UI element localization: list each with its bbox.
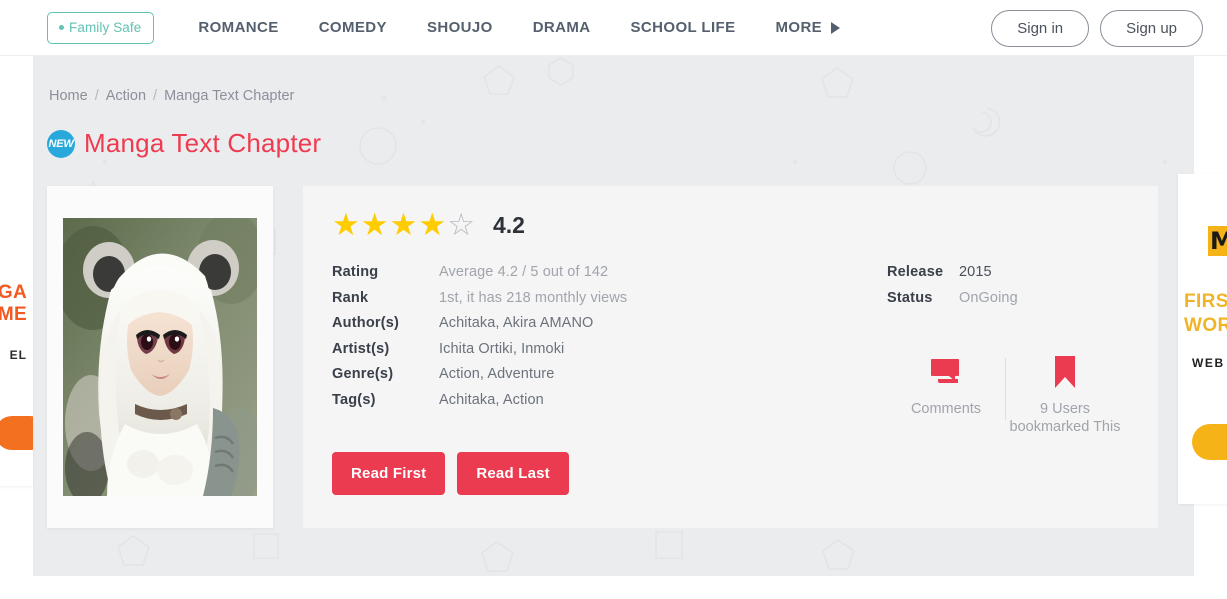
manga-info-card: ★ ★ ★ ★ ☆ 4.2 Rating Average 4.2 / 5 out… — [303, 186, 1158, 528]
new-badge-icon: NEW — [47, 129, 75, 158]
nav-item-more[interactable]: MORE — [775, 19, 841, 36]
page-title-row: NEW Manga Text Chapter — [47, 128, 321, 159]
ad-banner-left[interactable]: GA ME EL — [0, 196, 33, 486]
page-title: Manga Text Chapter — [84, 128, 322, 158]
bookmarks-label: 9 Users bookmarked This — [1009, 401, 1121, 435]
star-filled-icon[interactable]: ★ — [390, 210, 418, 241]
comments-stat[interactable]: Comments — [887, 352, 1005, 418]
detail-label: Status — [887, 289, 933, 306]
detail-value[interactable]: Achitaka, Akira AMANO — [439, 315, 593, 331]
nav-item-romance[interactable]: ROMANCE — [198, 19, 278, 36]
read-actions: Read First Read Last — [332, 452, 569, 495]
breadcrumb-item-action[interactable]: Action — [106, 88, 146, 104]
detail-label: Rating — [332, 264, 379, 280]
sign-up-button[interactable]: Sign up — [1100, 9, 1203, 47]
bookmark-icon — [1006, 352, 1124, 392]
detail-label: Genre(s) — [332, 366, 394, 382]
breadcrumb: Home / Action / Manga Text Chapter — [49, 88, 294, 104]
detail-row-genres: Genre(s) Action, Adventure — [332, 366, 812, 382]
nav-more-label: MORE — [775, 19, 823, 36]
breadcrumb-item-home[interactable]: Home — [49, 88, 88, 104]
top-navigation-bar: Family Safe ROMANCE COMEDY SHOUJO DRAMA … — [0, 0, 1227, 56]
ad-left-cta-button[interactable] — [0, 416, 33, 450]
detail-label: Author(s) — [332, 315, 400, 331]
nav-item-drama[interactable]: DRAMA — [533, 19, 591, 36]
comments-label: Comments — [910, 401, 982, 417]
ad-right-subtitle: WEB — [1192, 356, 1225, 370]
nav-item-shoujo[interactable]: SHOUJO — [427, 19, 493, 36]
detail-row-release: Release 2015 — [887, 264, 1127, 280]
detail-row-status: Status OnGoing — [887, 290, 1127, 306]
detail-label: Release — [887, 264, 944, 280]
detail-row-artists: Artist(s) Ichita Ortiki, Inmoki — [332, 341, 812, 357]
details-left-column: Rating Average 4.2 / 5 out of 142 Rank 1… — [332, 264, 812, 417]
page-root: Family Safe ROMANCE COMEDY SHOUJO DRAMA … — [0, 0, 1227, 599]
detail-label: Artist(s) — [332, 340, 390, 357]
nav-left-group: Family Safe ROMANCE COMEDY SHOUJO DRAMA … — [0, 11, 841, 44]
detail-value[interactable]: Achitaka, Action — [439, 392, 544, 408]
detail-value[interactable]: Ichita Ortiki, Inmoki — [439, 341, 564, 357]
nav-category-list: ROMANCE COMEDY SHOUJO DRAMA SCHOOL LIFE … — [198, 19, 841, 36]
detail-row-rank: Rank 1st, it has 218 monthly views — [332, 290, 812, 306]
breadcrumb-separator: / — [153, 88, 158, 104]
star-filled-icon[interactable]: ★ — [418, 210, 446, 241]
rating-stars-row: ★ ★ ★ ★ ☆ 4.2 — [332, 210, 525, 241]
detail-row-authors: Author(s) Achitaka, Akira AMANO — [332, 315, 812, 331]
ad-banner-right[interactable]: M FIRST WOR WEB — [1178, 174, 1227, 504]
breadcrumb-item-current: Manga Text Chapter — [164, 88, 295, 104]
detail-value[interactable]: Action, Adventure — [439, 366, 554, 382]
detail-row-tags: Tag(s) Achitaka, Action — [332, 392, 812, 408]
sign-in-button[interactable]: Sign in — [991, 9, 1090, 47]
manga-cover-image[interactable] — [63, 218, 257, 496]
engagement-stats: Comments 9 Users bookmarked This — [887, 352, 1147, 436]
star-empty-icon[interactable]: ☆ — [447, 210, 475, 241]
comment-icon — [887, 352, 1005, 392]
nav-item-comedy[interactable]: COMEDY — [319, 19, 387, 36]
breadcrumb-separator: / — [94, 88, 99, 104]
detail-row-rating: Rating Average 4.2 / 5 out of 142 — [332, 264, 812, 280]
ad-left-title: GA ME — [0, 282, 27, 325]
detail-label: Tag(s) — [332, 391, 376, 408]
cover-card — [47, 186, 273, 528]
rating-score: 4.2 — [492, 212, 525, 238]
detail-value: OnGoing — [959, 289, 1018, 306]
detail-value: 2015 — [959, 264, 992, 280]
detail-label: Rank — [332, 289, 369, 306]
detail-value: Average 4.2 / 5 out of 142 — [439, 264, 609, 280]
ad-right-title: FIRST WOR — [1184, 291, 1227, 336]
chevron-right-icon — [831, 21, 841, 34]
read-first-button[interactable]: Read First — [332, 452, 446, 495]
family-safe-toggle[interactable]: Family Safe — [47, 11, 155, 44]
star-rating[interactable]: ★ ★ ★ ★ ☆ — [332, 210, 475, 241]
bookmarks-stat[interactable]: 9 Users bookmarked This — [1006, 352, 1124, 436]
read-last-button[interactable]: Read Last — [457, 452, 569, 495]
star-filled-icon[interactable]: ★ — [332, 210, 360, 241]
nav-auth-group: Sign in Sign up — [991, 0, 1203, 56]
ad-right-logo: M — [1208, 226, 1227, 256]
family-safe-dot-icon — [59, 24, 64, 30]
detail-value: 1st, it has 218 monthly views — [439, 289, 628, 306]
details-right-column: Release 2015 Status OnGoing — [887, 264, 1127, 315]
star-filled-icon[interactable]: ★ — [361, 210, 389, 241]
family-safe-label: Family Safe — [69, 19, 142, 35]
ad-left-subtitle: EL — [9, 348, 27, 362]
ad-right-cta-button[interactable] — [1192, 424, 1227, 460]
nav-item-school-life[interactable]: SCHOOL LIFE — [631, 19, 736, 36]
